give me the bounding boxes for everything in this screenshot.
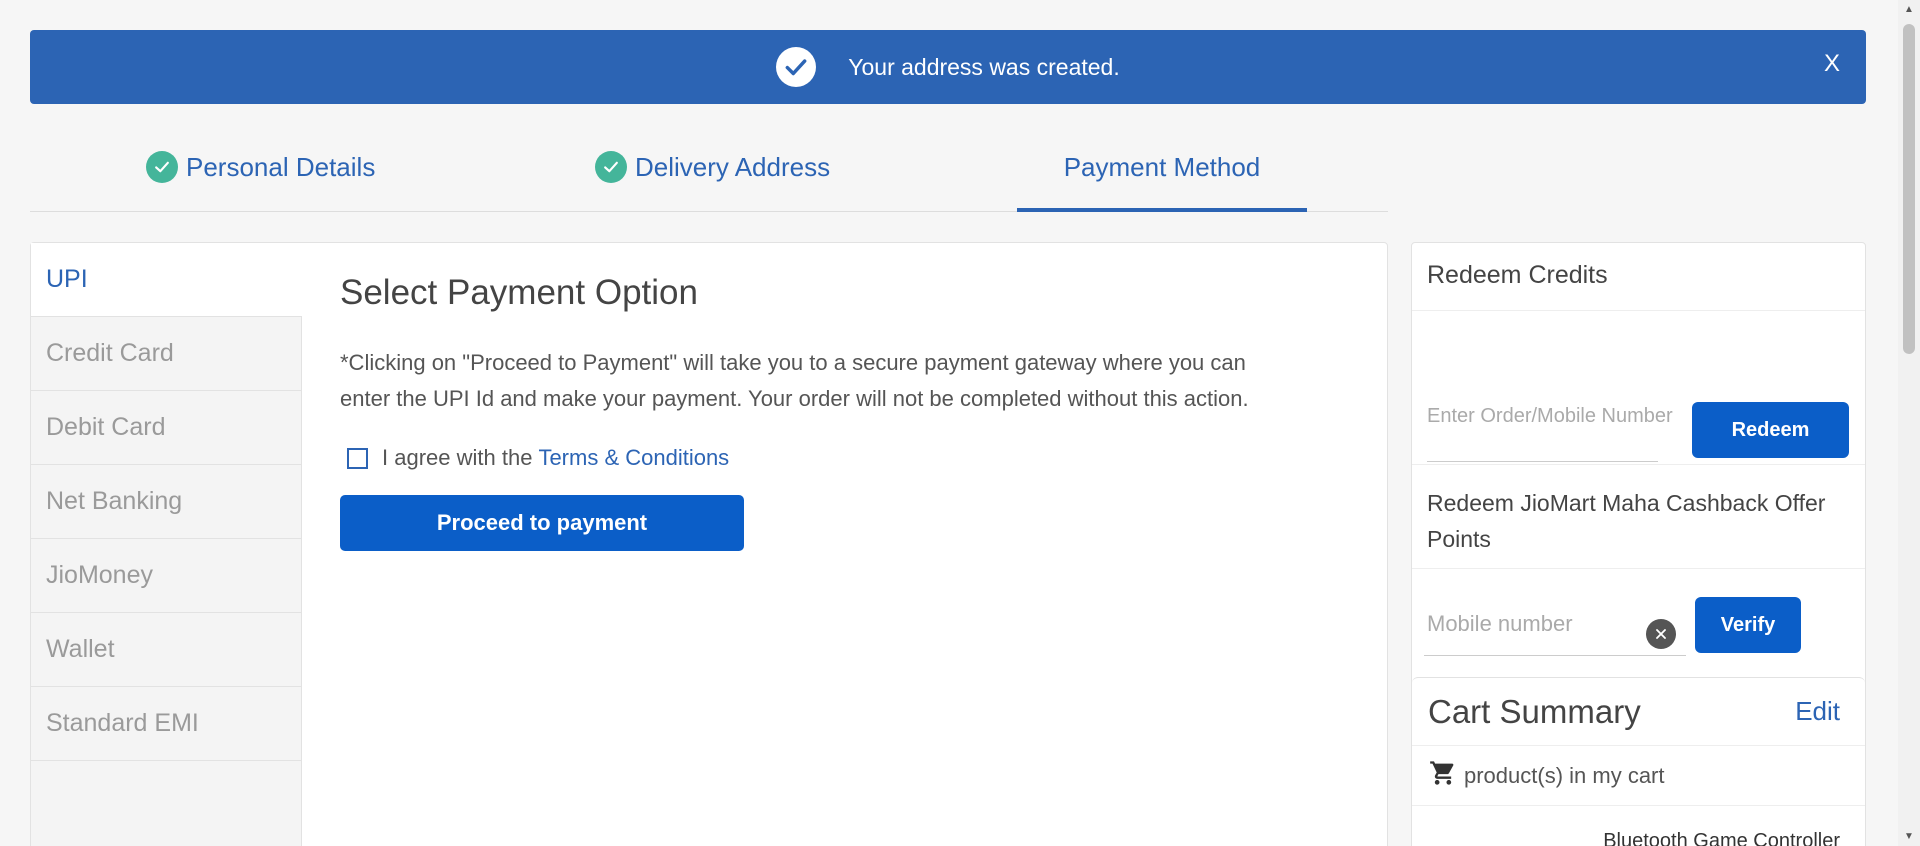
scroll-down-icon[interactable]: ▼ <box>1904 831 1914 842</box>
step-label: Delivery Address <box>635 151 831 182</box>
payment-method-list: UPI Credit Card Debit Card Net Banking J… <box>31 243 302 846</box>
scrollbar-thumb[interactable] <box>1903 24 1915 354</box>
step-check-icon <box>146 151 178 183</box>
payment-content: Select Payment Option *Clicking on "Proc… <box>340 273 1350 551</box>
shopping-cart-icon <box>1428 759 1458 793</box>
payment-method-jiomoney[interactable]: JioMoney <box>31 539 301 613</box>
payment-method-upi[interactable]: UPI <box>31 243 302 317</box>
step-label: Payment Method <box>1063 151 1261 182</box>
check-circle-icon <box>776 47 817 87</box>
cart-item: Bluetooth Game Controller <box>1603 830 1840 846</box>
step-delivery-address[interactable]: Delivery Address <box>595 151 830 183</box>
page-scrollbar[interactable]: ▲ ▼ <box>1898 0 1920 846</box>
toast-message: Your address was created. <box>848 53 1120 80</box>
redeem-row: Redeem <box>1412 311 1865 465</box>
description-line: *Clicking on "Proceed to Payment" will t… <box>340 350 1246 375</box>
toast-close-button[interactable]: X <box>1824 50 1840 78</box>
redeem-button[interactable]: Redeem <box>1692 402 1849 458</box>
scroll-up-icon[interactable]: ▲ <box>1904 4 1914 15</box>
mobile-number-input[interactable]: Mobile number <box>1427 611 1573 637</box>
redeem-credits-title: Redeem Credits <box>1412 243 1865 311</box>
cart-count-text: product(s) in my cart <box>1464 762 1665 788</box>
verify-row: Mobile number Verify <box>1412 569 1865 679</box>
cart-edit-link[interactable]: Edit <box>1795 696 1840 727</box>
step-check-icon <box>595 151 627 183</box>
payment-method-net-banking[interactable]: Net Banking <box>31 465 301 539</box>
step-personal-details[interactable]: Personal Details <box>146 151 375 183</box>
redeem-input-placeholder: Enter Order/Mobile Number <box>1427 405 1673 427</box>
payment-method-standard-emi[interactable]: Standard EMI <box>31 687 301 761</box>
description-line: enter the UPI Id and make your payment. … <box>340 386 1249 411</box>
step-label: Personal Details <box>186 151 376 182</box>
payment-title: Select Payment Option <box>340 273 698 312</box>
terms-agreement: I agree with the Terms & Conditions <box>340 445 1350 471</box>
redeem-input[interactable] <box>1427 461 1658 462</box>
maha-cashback-label: Redeem JioMart Maha Cashback Offer Point… <box>1412 465 1865 569</box>
terms-link[interactable]: Terms & Conditions <box>538 445 729 471</box>
redeem-panel: Redeem Credits Redeem Enter Order/Mobile… <box>1411 242 1866 846</box>
cart-summary-title: Cart Summary <box>1428 692 1641 730</box>
payment-method-wallet[interactable]: Wallet <box>31 613 301 687</box>
clear-icon[interactable] <box>1646 619 1676 649</box>
step-payment-method[interactable]: Payment Method <box>1017 126 1307 212</box>
success-toast: Your address was created. X <box>30 30 1866 104</box>
payment-method-credit-card[interactable]: Credit Card <box>31 317 301 391</box>
cart-summary-header: Cart Summary Edit <box>1412 678 1865 746</box>
mobile-input-underline <box>1424 655 1686 656</box>
agree-label: I agree with the <box>382 445 533 470</box>
terms-checkbox[interactable] <box>347 447 368 469</box>
checkout-stepper: Personal Details Delivery Address Paymen… <box>30 126 1388 212</box>
payment-method-debit-card[interactable]: Debit Card <box>31 391 301 465</box>
payment-panel: UPI Credit Card Debit Card Net Banking J… <box>30 242 1388 846</box>
proceed-to-payment-button[interactable]: Proceed to payment <box>340 495 744 551</box>
verify-button[interactable]: Verify <box>1695 597 1801 653</box>
cart-summary: Cart Summary Edit product(s) in my cart … <box>1412 677 1865 846</box>
cart-count: product(s) in my cart <box>1412 746 1865 806</box>
payment-description: *Clicking on "Proceed to Payment" will t… <box>340 345 1350 417</box>
